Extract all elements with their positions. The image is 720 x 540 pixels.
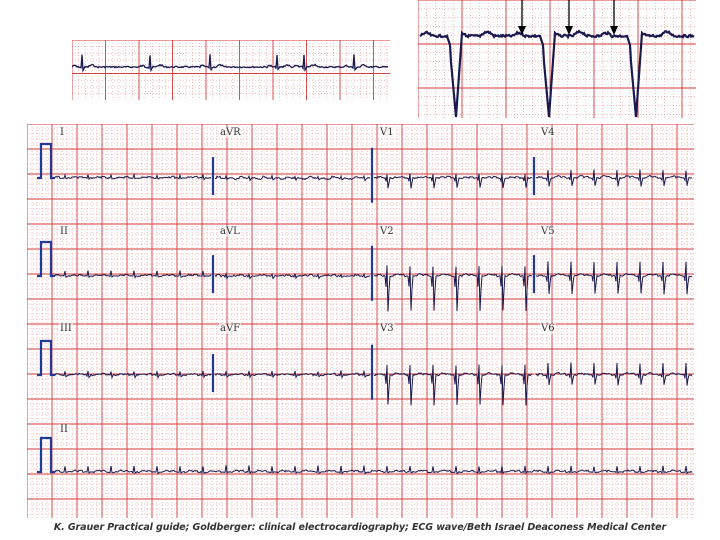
rhythm-strip-inset-left [72, 40, 390, 100]
rhythm-strip-inset-left-graph [72, 40, 390, 100]
ecg-figure: I aVR V1 V4 II aVL V2 V5 III aVF V3 V6 I… [0, 0, 720, 540]
ecg-grid [27, 124, 694, 518]
zoomed-inset-right-graph [418, 0, 696, 118]
lead-trace [214, 174, 371, 182]
lead-trace [535, 169, 693, 187]
lead-label-rhythm-II: II [59, 424, 69, 435]
lead-trace [535, 261, 693, 295]
source-caption: K. Grauer Practical guide; Goldberger: c… [53, 522, 667, 533]
lead-label-I: I [59, 127, 65, 138]
lead-trace [373, 265, 533, 312]
annotation-arrow-1 [518, 0, 526, 35]
ecg-grid [72, 40, 390, 100]
lead-label-aVL: aVL [219, 226, 241, 237]
lead-label-V2: V2 [379, 226, 395, 237]
lead-label-V4: V4 [540, 127, 556, 138]
lead-label-V6: V6 [540, 323, 556, 334]
twelve-lead-ecg [27, 124, 694, 518]
lead-trace [373, 173, 533, 189]
lead-label-III: III [59, 323, 73, 334]
twelve-lead-ecg-graph [27, 124, 694, 518]
lead-label-aVF: aVF [219, 323, 242, 334]
zoomed-inset-right [418, 0, 696, 118]
rhythm-trace [72, 54, 389, 73]
lead-label-aVR: aVR [219, 127, 242, 138]
lead-trace [54, 370, 212, 380]
lead-label-V3: V3 [379, 323, 395, 334]
lead-label-V5: V5 [540, 226, 556, 237]
rhythm-strip-trace [54, 465, 693, 475]
lead-label-V1: V1 [379, 127, 395, 138]
lead-label-II: II [59, 226, 69, 237]
